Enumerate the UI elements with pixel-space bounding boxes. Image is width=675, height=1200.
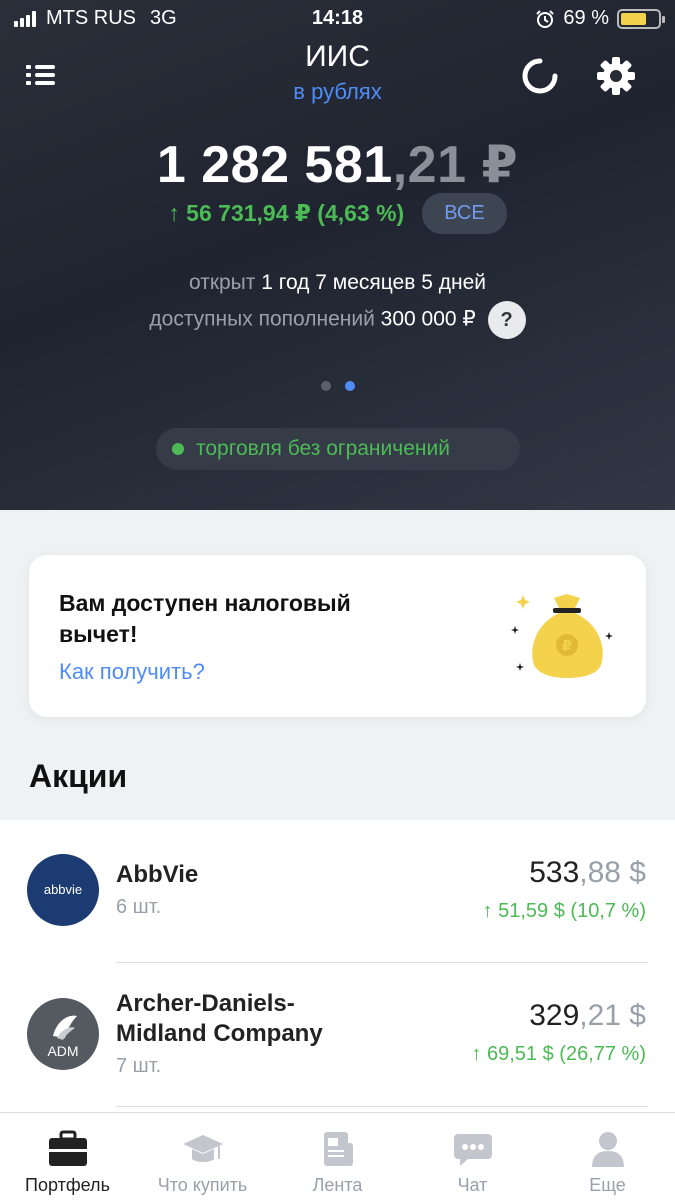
page-dot-active xyxy=(344,381,355,391)
period-all-button[interactable]: ВСЕ xyxy=(422,193,507,234)
adm-leaf-icon: ADM xyxy=(47,1015,79,1059)
stock-price: 533,88 $ xyxy=(529,856,646,889)
account-age: открыт 1 год 7 месяцев 5 дней xyxy=(188,271,487,294)
tab-more[interactable]: Еще xyxy=(540,1113,675,1200)
gear-icon[interactable] xyxy=(594,54,638,98)
page-indicator[interactable] xyxy=(0,381,675,391)
portfolio-balance: 1 282 581,21 ₽ xyxy=(156,136,519,194)
page-dot xyxy=(320,381,331,391)
user-icon xyxy=(591,1132,624,1167)
stock-quantity: 7 шт. xyxy=(116,1055,162,1077)
stock-name: AbbVie xyxy=(116,861,199,888)
status-dot xyxy=(172,443,184,455)
list-item[interactable]: abbvie AbbVie 6 шт. 533,88 $ ↑ 51,59 $ (… xyxy=(0,820,675,963)
alarm-icon xyxy=(536,9,555,28)
battery-level xyxy=(621,12,646,25)
refresh-icon[interactable] xyxy=(520,56,560,96)
stocks-section-title: Акции xyxy=(29,758,128,794)
trading-status-badge: торговля без ограничений xyxy=(156,428,520,470)
abbvie-logo: abbvie xyxy=(27,854,99,926)
tax-card-link[interactable]: Как получить? xyxy=(59,659,205,685)
stock-price: 329,21 $ xyxy=(529,999,646,1032)
tax-card-title: Вам доступен налоговый вычет! xyxy=(59,590,351,647)
money-bag-icon: ₽ xyxy=(511,594,613,678)
news-icon xyxy=(323,1132,353,1166)
tab-portfolio[interactable]: Портфель xyxy=(0,1113,135,1200)
available-deposits: доступных пополнений 300 000 ₽ ? xyxy=(0,301,675,339)
chat-icon xyxy=(453,1134,492,1166)
portfolio-gain: ↑ 56 731,94 ₽ (4,63 %) xyxy=(168,200,405,226)
stock-change: ↑ 51,59 $ (10,7 %) xyxy=(482,900,646,922)
battery-icon xyxy=(617,8,665,29)
adm-logo: ADM xyxy=(27,998,99,1070)
coin-symbol: ₽ xyxy=(562,637,572,655)
briefcase-icon xyxy=(48,1130,87,1166)
help-button[interactable]: ? xyxy=(487,301,526,339)
list-item[interactable]: ADM Archer-Daniels-Midland Company 7 шт.… xyxy=(0,963,675,1112)
tab-chat[interactable]: Чат xyxy=(405,1113,540,1200)
currency-selector[interactable]: в рублях xyxy=(0,79,675,105)
portfolio-header: MTS RUS 3G 14:18 69 % ИИС в рублях 1 282… xyxy=(0,0,675,510)
stock-quantity: 6 шт. xyxy=(116,896,162,918)
stocks-list: abbvie AbbVie 6 шт. 533,88 $ ↑ 51,59 $ (… xyxy=(0,820,675,1112)
svg-text:ADM: ADM xyxy=(47,1043,78,1059)
tab-feed[interactable]: Лента xyxy=(270,1113,405,1200)
tab-what-to-buy[interactable]: Что купить xyxy=(135,1113,270,1200)
battery-percent: 69 % xyxy=(563,7,609,29)
stock-name: Archer-Daniels-Midland Company xyxy=(116,990,323,1047)
divider xyxy=(116,1106,648,1107)
status-bar: MTS RUS 3G 14:18 69 % xyxy=(0,0,675,38)
account-title: ИИС xyxy=(305,40,370,73)
tax-deduction-card[interactable]: Вам доступен налоговый вычет! Как получи… xyxy=(29,555,646,717)
graduation-cap-icon xyxy=(182,1135,223,1162)
tab-bar: Портфель Что купить Лента Чат Еще xyxy=(0,1112,675,1200)
stock-change: ↑ 69,51 $ (26,77 %) xyxy=(471,1043,646,1065)
